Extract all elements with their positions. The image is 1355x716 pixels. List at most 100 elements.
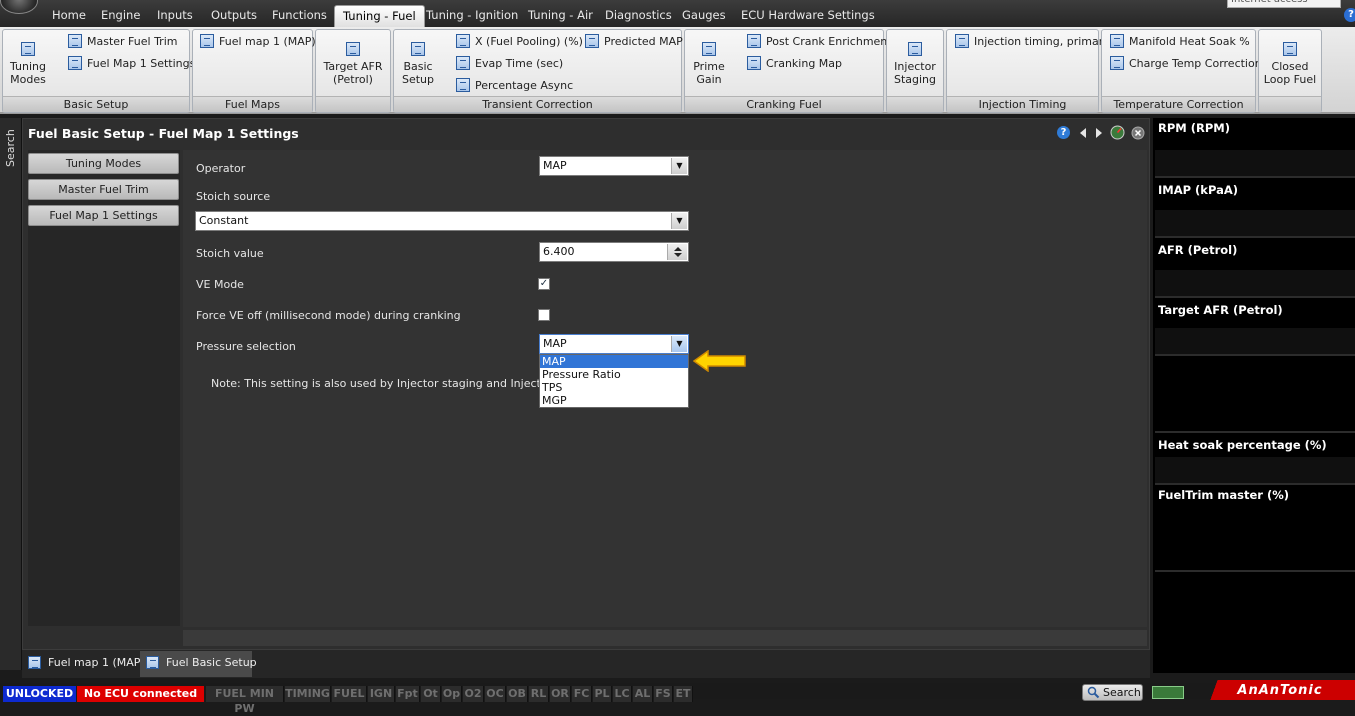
search-strip-label[interactable]: Search: [4, 127, 18, 167]
fuel-pooling-label: X (Fuel Pooling) (%): [475, 35, 583, 48]
group-basic-setup: Tuning Modes Master Fuel Trim Fuel Map 1…: [2, 29, 195, 113]
stoich-source-select[interactable]: Constant ▼: [195, 211, 689, 231]
tab-gauges[interactable]: Gauges: [674, 5, 734, 27]
percentage-async-button[interactable]: Percentage Async: [456, 78, 573, 96]
flag-or: OR: [550, 686, 571, 702]
settings-icon: [146, 656, 159, 669]
stoich-value-input[interactable]: 6.400: [539, 242, 689, 262]
nav-tuning-modes[interactable]: Tuning Modes: [28, 153, 179, 174]
option-map[interactable]: MAP: [540, 355, 688, 368]
post-crank-enrichment-label: Post Crank Enrichment: [766, 35, 892, 48]
percentage-async-label: Percentage Async: [475, 79, 574, 92]
close-icon[interactable]: [1131, 126, 1145, 140]
tab-inputs[interactable]: Inputs: [149, 5, 201, 27]
option-pressure-ratio[interactable]: Pressure Ratio: [540, 368, 688, 381]
option-mgp[interactable]: MGP: [540, 394, 688, 407]
doc-tab-fuel-map-1[interactable]: Fuel map 1 (MAP): [22, 651, 145, 677]
operator-select[interactable]: MAP ▼: [539, 156, 689, 176]
chevron-down-icon[interactable]: ▼: [671, 213, 687, 229]
force-ve-off-label: Force VE off (millisecond mode) during c…: [196, 309, 461, 322]
gauge-title: AFR (Petrol): [1158, 243, 1238, 257]
gauge-empty[interactable]: [1155, 358, 1355, 433]
forward-arrow-icon[interactable]: [1094, 127, 1104, 139]
transient-basic-setup-button[interactable]: Basic Setup: [396, 30, 440, 97]
ve-mode-checkbox[interactable]: ✓: [538, 278, 550, 290]
tuning-modes-button[interactable]: Tuning Modes: [5, 30, 51, 97]
prime-gain-button[interactable]: Prime Gain: [687, 30, 731, 97]
flag-ob: OB: [507, 686, 528, 702]
help-icon[interactable]: ?: [1057, 126, 1070, 139]
target-afr-label: Target AFR (Petrol): [323, 60, 383, 86]
closed-loop-fuel-button[interactable]: Closed Loop Fuel: [1260, 30, 1320, 97]
tab-outputs[interactable]: Outputs: [203, 5, 265, 27]
chevron-down-icon[interactable]: ▼: [671, 158, 687, 174]
manifold-heat-soak-button[interactable]: Manifold Heat Soak %: [1110, 34, 1250, 52]
target-afr-button[interactable]: Target AFR (Petrol): [318, 30, 388, 97]
search-button[interactable]: Search: [1082, 684, 1143, 701]
option-tps[interactable]: TPS: [540, 381, 688, 394]
doc-tab-fuel-basic-setup[interactable]: Fuel Basic Setup: [140, 651, 257, 677]
nav-fuel-map-1-settings[interactable]: Fuel Map 1 Settings: [28, 205, 179, 226]
pressure-selection-label: Pressure selection: [196, 340, 296, 353]
gauge-fueltrim-master[interactable]: FuelTrim master (%): [1155, 485, 1355, 572]
tab-home[interactable]: Home: [44, 5, 94, 27]
panel-footer: [183, 630, 1147, 646]
unlocked-badge: UNLOCKED: [3, 686, 76, 702]
cranking-map-button[interactable]: Cranking Map: [747, 56, 842, 74]
tab-tuning-fuel[interactable]: Tuning - Fuel: [334, 5, 425, 27]
flag-fs: FS: [654, 686, 673, 702]
connection-icon: [1152, 686, 1184, 699]
group-fuel-maps-label: Fuel Maps: [193, 96, 312, 112]
evap-time-button[interactable]: Evap Time (sec): [456, 56, 563, 74]
master-fuel-trim-button[interactable]: Master Fuel Trim: [68, 34, 177, 52]
tab-tuning-air[interactable]: Tuning - Air: [520, 5, 601, 27]
fuel-map-1-settings-button[interactable]: Fuel Map 1 Settings: [68, 56, 195, 74]
transient-basic-setup-label: Basic Setup: [401, 60, 435, 86]
nav-master-fuel-trim[interactable]: Master Fuel Trim: [28, 179, 179, 200]
gauge-icon[interactable]: [1110, 125, 1125, 140]
flag-rl: RL: [529, 686, 549, 702]
gauge-afr[interactable]: AFR (Petrol): [1155, 240, 1355, 298]
table-icon: [456, 56, 470, 70]
stoich-value-text: 6.400: [543, 245, 575, 258]
fuel-map-1-settings-label: Fuel Map 1 Settings: [87, 57, 196, 70]
injector-staging-button[interactable]: Injector Staging: [888, 30, 942, 97]
gauge-heat-soak[interactable]: Heat soak percentage (%): [1155, 435, 1355, 485]
post-crank-enrichment-button[interactable]: Post Crank Enrichment: [747, 34, 892, 52]
gauge-title: Heat soak percentage (%): [1158, 438, 1327, 452]
gauge-target-afr[interactable]: Target AFR (Petrol): [1155, 300, 1355, 356]
settings-icon: [908, 42, 922, 56]
ecu-connection-badge: No ECU connected: [77, 686, 204, 702]
flag-oc: OC: [485, 686, 506, 702]
manifold-heat-soak-label: Manifold Heat Soak %: [1129, 35, 1250, 48]
table-icon: [200, 34, 214, 48]
charge-temp-correction-button[interactable]: Charge Temp Correction: [1110, 56, 1262, 74]
injection-timing-primary-button[interactable]: Injection timing, primary: [955, 34, 1110, 52]
tab-ecu-hardware-settings[interactable]: ECU Hardware Settings: [733, 5, 883, 27]
table-icon: [456, 34, 470, 48]
gauge-rpm[interactable]: RPM (RPM): [1155, 118, 1355, 178]
pressure-selection-select[interactable]: MAP ▼: [539, 334, 689, 354]
group-transient-correction-label: Transient Correction: [394, 96, 681, 112]
tab-functions[interactable]: Functions: [264, 5, 335, 27]
fuel-map-1-button[interactable]: Fuel map 1 (MAP): [200, 34, 316, 52]
gauge-imap[interactable]: IMAP (kPaA): [1155, 180, 1355, 238]
spinner-icon[interactable]: [667, 244, 687, 260]
injection-timing-primary-label: Injection timing, primary: [974, 35, 1110, 48]
search-strip[interactable]: [0, 118, 22, 670]
flag-pl: PL: [593, 686, 612, 702]
tab-engine[interactable]: Engine: [93, 5, 148, 27]
table-icon: [702, 42, 716, 56]
tab-diagnostics[interactable]: Diagnostics: [597, 5, 680, 27]
help-icon[interactable]: ?: [1344, 8, 1355, 22]
chevron-down-icon[interactable]: ▼: [671, 336, 687, 352]
flag-ot: Ot: [421, 686, 441, 702]
predicted-map-button[interactable]: Predicted MAP: [585, 34, 683, 52]
group-temperature-correction: Manifold Heat Soak % Charge Temp Correct…: [1101, 29, 1262, 113]
back-arrow-icon[interactable]: [1078, 127, 1088, 139]
search-icon: [1087, 686, 1100, 699]
force-ve-off-checkbox[interactable]: [538, 309, 550, 321]
fuel-pooling-button[interactable]: X (Fuel Pooling) (%): [456, 34, 583, 52]
group-injection-timing: Injection timing, primary Injection Timi…: [946, 29, 1110, 113]
tab-tuning-ignition[interactable]: Tuning - Ignition: [418, 5, 526, 27]
